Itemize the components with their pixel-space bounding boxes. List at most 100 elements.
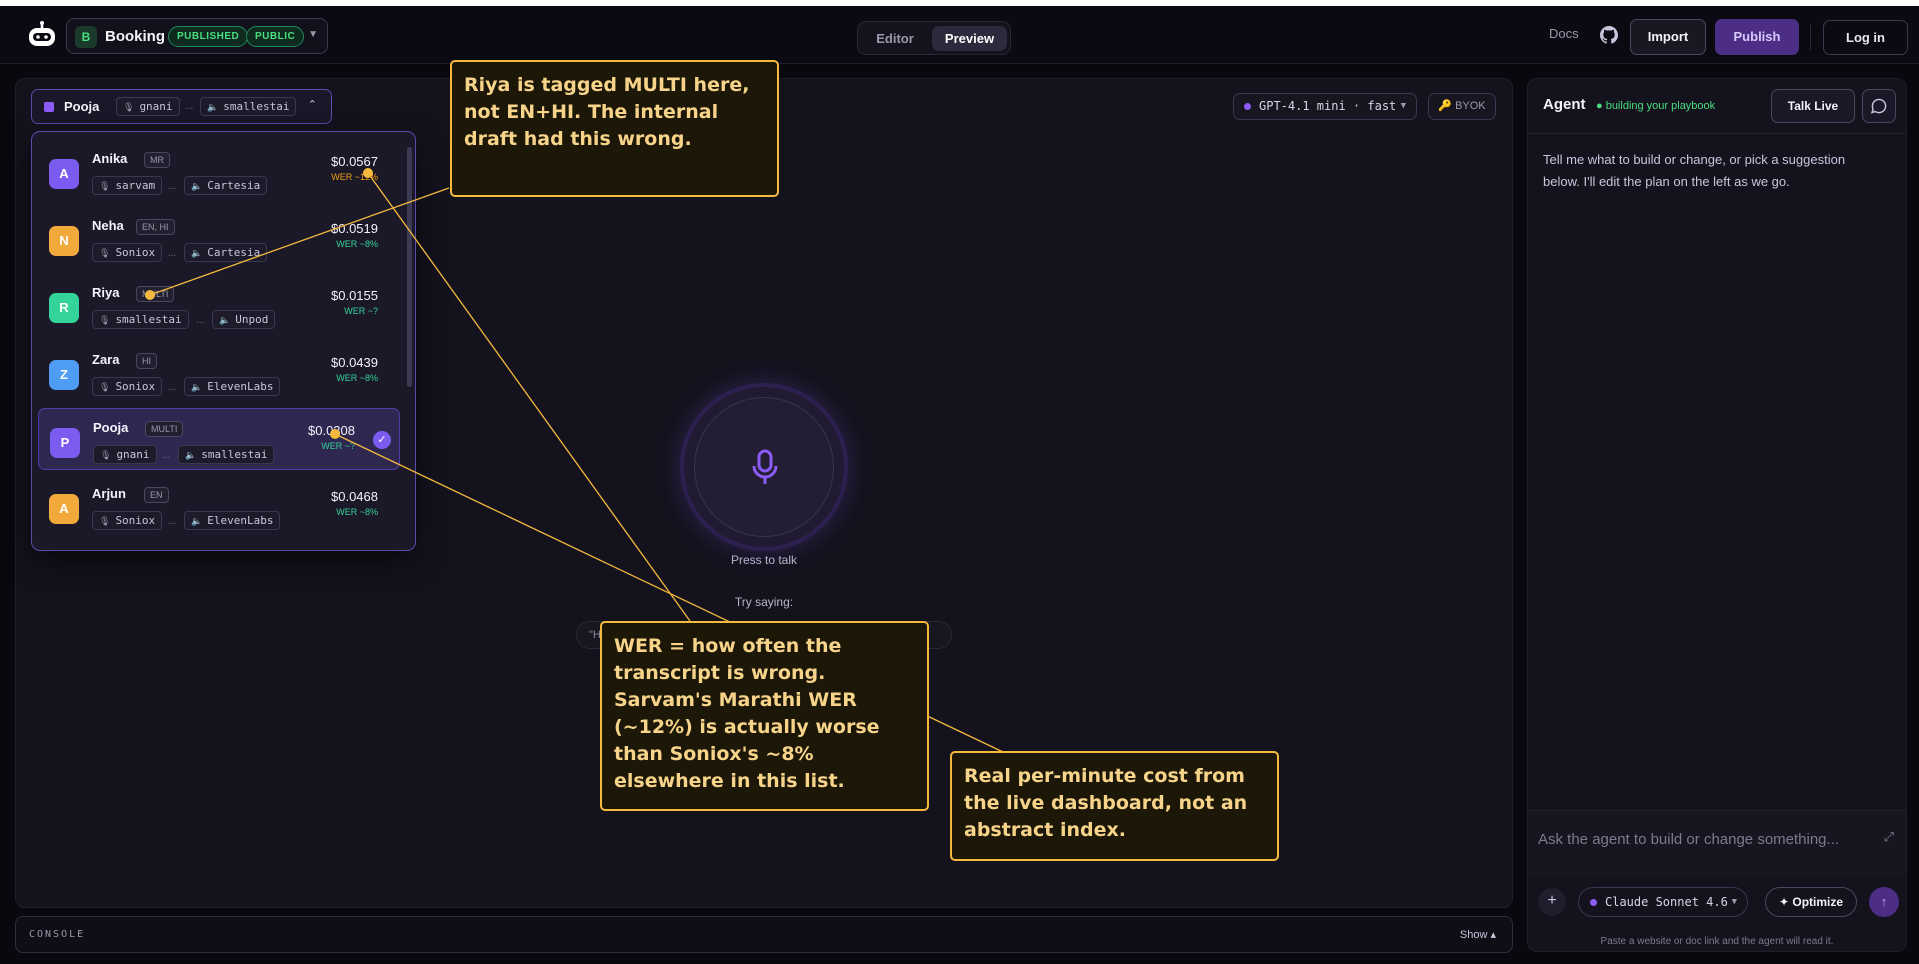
language-tag: MR (144, 152, 170, 168)
tab-preview[interactable]: Preview (932, 26, 1007, 51)
voice-wer: WER ~8% (336, 373, 378, 383)
robot-logo-icon[interactable] (27, 21, 57, 49)
stt-chip: 🎙 Soniox (92, 377, 163, 396)
voice-price: $0.0308 (308, 423, 355, 438)
separator: ... (168, 516, 177, 527)
tab-editor[interactable]: Editor (864, 26, 926, 51)
speaker-icon: 🔈 (191, 382, 203, 392)
language-tag: EN, HI (136, 219, 175, 235)
agent-model-selector[interactable]: Claude Sonnet 4.6 ▼ (1578, 887, 1748, 917)
voice-price: $0.0155 (331, 288, 378, 303)
tts-label: Cartesia (207, 246, 261, 259)
stt-chip: 🎙 gnani (93, 445, 157, 464)
voice-wer: WER ~? (321, 441, 355, 451)
stt-label: sarvam (115, 179, 156, 192)
optimize-button[interactable]: ✦ Optimize (1765, 887, 1857, 917)
voice-avatar: P (50, 428, 80, 458)
voice-option-neha[interactable]: N Neha EN, HI 🎙 Soniox... 🔈 Cartesia $0.0519 WER… (38, 207, 400, 269)
tts-chip: 🔈 ElevenLabs (184, 511, 281, 530)
voice-option-anika[interactable]: A Anika MR 🎙 sarvam... 🔈 Cartesia $0.0567 WER ~1… (38, 140, 400, 202)
llm-model-selector[interactable]: GPT-4.1 mini · fast ▼ (1233, 93, 1417, 120)
language-tag: MULTI (145, 421, 184, 437)
mic-icon: 🎙 (99, 382, 111, 392)
voice-name: Pooja (93, 420, 129, 435)
github-icon[interactable] (1600, 26, 1618, 44)
tts-label: smallestai (201, 448, 268, 461)
scrollbar[interactable] (407, 147, 412, 387)
mic-icon: 🎙 (99, 315, 111, 325)
stt-label: gnani (139, 100, 173, 113)
mode-switch: Editor Preview (857, 21, 1011, 55)
voice-option-zara[interactable]: Z Zara HI 🎙 Soniox... 🔈 ElevenLabs $0.0439 WER ~… (38, 341, 400, 403)
tts-chip: 🔈 smallestai (200, 97, 297, 116)
stt-chip: 🎙 Soniox (92, 243, 163, 262)
project-initial: B (75, 26, 97, 48)
agent-model-label: Claude Sonnet 4.6 (1605, 895, 1728, 909)
annotation-wer: WER = how often the transcript is wrong.… (600, 621, 929, 811)
voice-option-riya[interactable]: R Riya MULTI 🎙 smallestai... 🔈 Unpod $0.0155 WER… (38, 274, 400, 336)
voice-wer: WER ~12% (331, 172, 378, 182)
talk-button[interactable] (680, 383, 848, 551)
mic-icon: 🎙 (100, 450, 112, 460)
language-tag: HI (136, 353, 157, 369)
speaker-icon: 🔈 (207, 102, 219, 112)
mic-icon: 🎙 (99, 516, 111, 526)
language-tag: EN (144, 487, 169, 503)
separator: ... (168, 248, 177, 259)
chat-button[interactable] (1862, 89, 1896, 123)
voice-name: Arjun (92, 486, 126, 501)
import-button[interactable]: Import (1630, 19, 1706, 55)
voice-selector[interactable]: Pooja 🎙 gnani ... 🔈 smallestai ⌃ (31, 89, 332, 124)
agent-input[interactable]: Ask the agent to build or change somethi… (1528, 810, 1906, 875)
voice-price: $0.0519 (331, 221, 378, 236)
talk-live-button[interactable]: Talk Live (1771, 89, 1855, 123)
agent-title: Agent (1543, 96, 1586, 113)
voice-price: $0.0468 (331, 489, 378, 504)
voice-wer: WER ~8% (336, 507, 378, 517)
project-selector[interactable]: B Booking PUBLISHED PUBLIC ▼ (66, 18, 328, 54)
tts-label: smallestai (223, 100, 290, 113)
voice-dropdown: A Anika MR 🎙 sarvam... 🔈 Cartesia $0.0567 WER ~1… (31, 131, 416, 551)
expand-icon[interactable]: ⤢ (1884, 829, 1894, 845)
agent-input-placeholder: Ask the agent to build or change somethi… (1538, 831, 1840, 848)
voice-option-arjun[interactable]: A Arjun EN 🎙 Soniox... 🔈 ElevenLabs $0.0468 WER … (38, 475, 400, 537)
voice-name: Neha (92, 218, 124, 233)
separator: ... (196, 315, 205, 326)
tts-chip: 🔈 Cartesia (184, 176, 268, 195)
speaker-icon: 🔈 (191, 248, 203, 258)
voice-price: $0.0567 (331, 154, 378, 169)
add-attachment-button[interactable]: + (1538, 888, 1566, 916)
voice-option-pooja[interactable]: P Pooja MULTI 🎙 gnani... 🔈 smallestai $0.0308 WE… (38, 408, 400, 470)
console-toggle[interactable]: Show ▴ (1460, 928, 1496, 941)
stt-label: Soniox (115, 380, 156, 393)
console-label: CONSOLE (29, 929, 86, 940)
voice-avatar: A (49, 494, 79, 524)
voice-avatar: N (49, 226, 79, 256)
stt-label: gnani (116, 448, 150, 461)
stt-chip: 🎙 sarvam (92, 176, 163, 195)
check-icon: ✓ (373, 431, 391, 449)
chevron-down-icon: ▼ (1400, 101, 1406, 111)
mic-icon (752, 449, 778, 484)
agent-status: ● building your playbook (1596, 100, 1716, 112)
mic-icon: 🎙 (99, 248, 111, 258)
console-bar[interactable]: CONSOLE Show ▴ (15, 916, 1513, 953)
login-button[interactable]: Log in (1823, 20, 1908, 55)
top-bar: B Booking PUBLISHED PUBLIC ▼ Editor Prev… (0, 6, 1919, 64)
stt-label: Soniox (115, 514, 156, 527)
tts-label: Cartesia (207, 179, 261, 192)
divider (1810, 24, 1811, 50)
publish-button[interactable]: Publish (1715, 19, 1799, 55)
byok-button[interactable]: 🔑 BYOK (1428, 93, 1496, 120)
public-badge: PUBLIC (246, 26, 305, 47)
voice-wer: WER ~? (344, 306, 378, 316)
press-to-talk-label: Press to talk (730, 553, 798, 567)
chat-bubble-icon (1870, 98, 1887, 114)
model-label: GPT-4.1 mini · fast (1259, 99, 1397, 113)
send-button[interactable]: ↑ (1869, 887, 1899, 917)
talk-button-inner (694, 397, 834, 537)
voice-avatar: R (49, 293, 79, 323)
model-dot (1590, 899, 1597, 906)
docs-link[interactable]: Docs (1549, 26, 1579, 41)
stt-chip: 🎙 gnani (116, 97, 180, 116)
